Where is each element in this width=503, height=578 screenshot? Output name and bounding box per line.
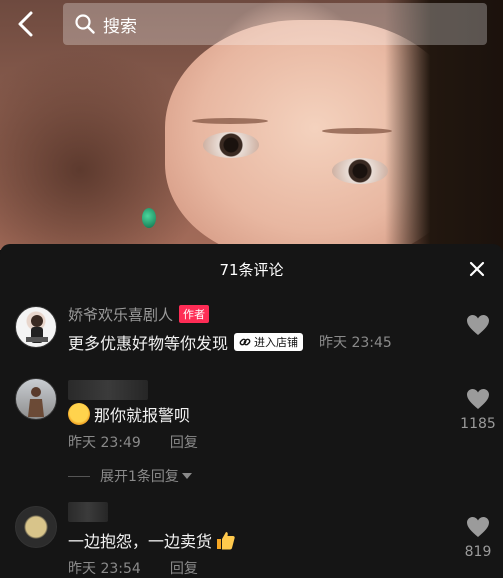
avatar[interactable] [15,378,57,420]
comment-text-content: 那你就报警呗 [94,406,191,425]
comment-meta: 昨天 23:49 回复 [68,432,198,452]
reply-button[interactable]: 回复 [170,561,198,577]
comment-time: 昨天 23:49 [68,435,141,451]
close-button[interactable] [466,258,488,280]
thumbs-up-icon [217,532,235,550]
shop-entry-label: 进入店铺 [254,336,299,349]
reply-button[interactable]: 回复 [170,435,198,451]
like-count: 1185 [460,416,496,432]
expand-replies-button[interactable]: 展开1条回复 [68,466,192,486]
search-placeholder: 搜索 [103,16,137,37]
comment-text[interactable]: 一边抱怨，一边卖货 [68,528,236,552]
like-button[interactable]: 1185 [458,388,498,432]
comment-username-blurred[interactable] [68,380,148,400]
close-icon [469,261,485,277]
caret-down-icon [181,473,192,479]
avatar[interactable] [15,506,57,548]
left-brow [192,118,268,124]
like-button[interactable]: 819 [458,516,498,560]
comments-count-title: 71条评论 [219,261,284,279]
search-bar[interactable]: 搜索 [63,3,487,45]
comment-text[interactable]: 更多优惠好物等你发现 进入店铺 昨天 23:45 [68,330,392,354]
search-icon [75,14,95,34]
heart-icon [467,389,489,409]
heart-icon [467,315,489,335]
comment-meta: 昨天 23:54 回复 [68,558,198,578]
like-button[interactable] [458,314,498,340]
comments-panel: 71条评论 娇爷欢乐喜剧人 作者 更多优惠好物等你发现 进入店铺 昨天 23:4… [0,244,503,578]
pleading-face-icon [68,403,90,425]
back-button[interactable] [12,8,40,40]
chevron-left-icon [18,11,33,37]
expand-divider [68,475,90,477]
avatar-figure [26,315,48,343]
comment-text-content: 一边抱怨，一边卖货 [68,532,213,551]
right-brow [322,128,392,134]
comment-username[interactable]: 娇爷欢乐喜剧人 作者 [68,304,210,325]
earring [142,208,156,228]
username-text: 娇爷欢乐喜剧人 [68,306,174,324]
like-count: 819 [464,544,492,560]
avatar[interactable] [15,306,57,348]
comment-username-blurred[interactable] [68,502,108,522]
comment-text-content: 更多优惠好物等你发现 [68,334,229,353]
avatar-figure [28,387,44,417]
right-eye [332,158,388,184]
link-icon [239,338,251,346]
comment-text[interactable]: 那你就报警呗 [68,402,190,426]
comment-time: 昨天 23:45 [319,335,392,351]
comment-time: 昨天 23:54 [68,561,141,577]
author-badge: 作者 [179,305,210,323]
shop-entry-button[interactable]: 进入店铺 [234,333,304,351]
expand-replies-label: 展开1条回复 [100,469,179,485]
heart-icon [467,517,489,537]
left-eye [203,132,259,158]
